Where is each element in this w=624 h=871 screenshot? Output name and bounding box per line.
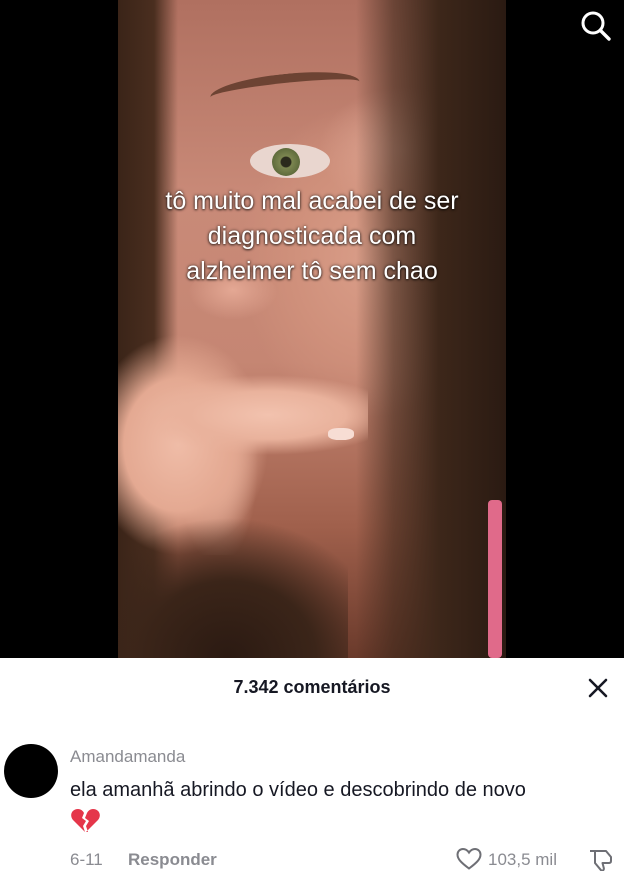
comment-text: ela amanhã abrindo o vídeo e descobrindo…	[70, 779, 526, 801]
caption-line: alzheimer tô sem chao	[186, 257, 438, 285]
hair-right	[356, 0, 506, 658]
comments-header: 7.342 comentários	[0, 658, 624, 718]
hair-bottom	[118, 488, 348, 658]
caption-line: diagnosticada com	[207, 222, 417, 250]
caption-line: tô muito mal acabei de ser	[165, 187, 459, 215]
avatar[interactable]	[4, 744, 58, 798]
video-caption: tô muito mal acabei de ser diagnosticada…	[118, 184, 506, 289]
heart-outline-icon	[456, 847, 482, 870]
reply-button[interactable]: Responder	[128, 850, 217, 870]
broken-heart-icon	[70, 808, 100, 834]
dislike-button[interactable]	[587, 847, 615, 871]
video-player[interactable]: tô muito mal acabei de ser diagnosticada…	[0, 0, 624, 658]
thumbs-down-icon	[590, 850, 612, 871]
eyebrow	[208, 66, 362, 113]
like-count: 103,5 mil	[488, 850, 557, 869]
comment-count: 7.342 comentários	[233, 677, 391, 697]
tiktok-screen: tô muito mal acabei de ser diagnosticada…	[0, 0, 624, 871]
video-frame[interactable]	[118, 0, 506, 658]
comment-date: 6-11	[70, 850, 103, 869]
search-icon	[581, 11, 611, 41]
comment-username[interactable]: Amandamanda	[70, 747, 185, 767]
close-icon	[588, 678, 608, 698]
pink-strap	[488, 500, 502, 658]
search-button[interactable]	[578, 8, 614, 44]
comments-sheet: 7.342 comentários Amandamanda ela amanhã…	[0, 658, 624, 871]
close-button[interactable]	[586, 676, 610, 700]
like-button[interactable]	[455, 847, 483, 871]
fingernail	[328, 428, 354, 440]
eye	[250, 144, 330, 178]
